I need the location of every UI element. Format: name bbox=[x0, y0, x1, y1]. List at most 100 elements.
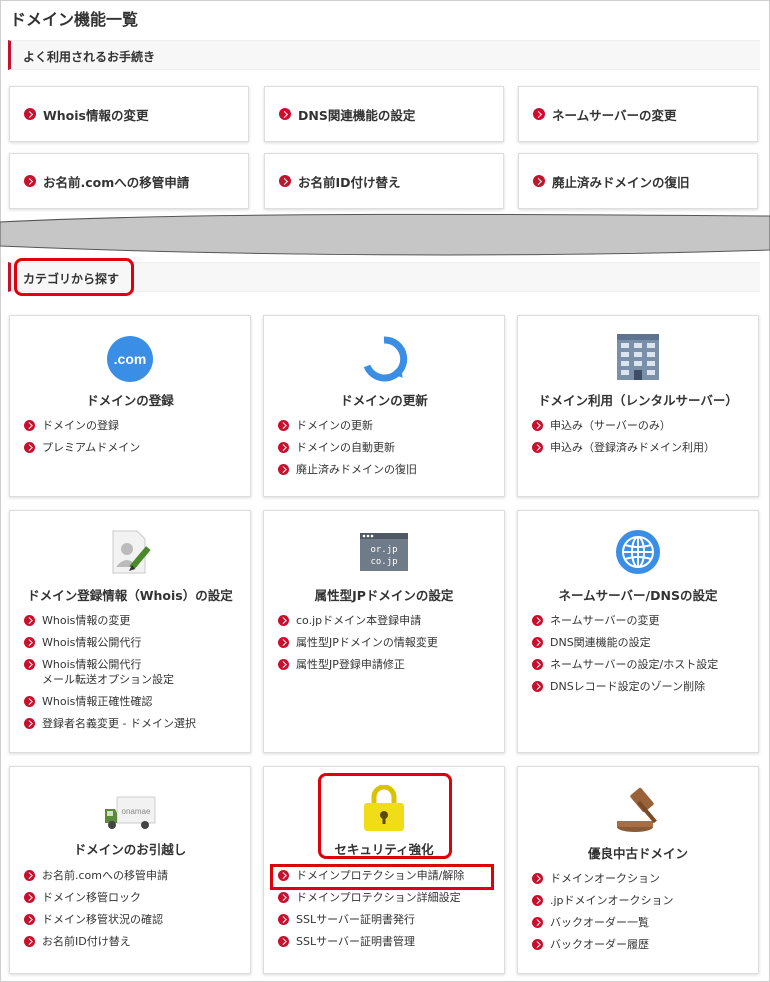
arrow-right-icon bbox=[278, 892, 289, 903]
card-title: ドメイン登録情報（Whois）の設定 bbox=[27, 588, 233, 603]
quick-link-transfer-application[interactable]: お名前.comへの移管申請 bbox=[9, 153, 249, 209]
globe-icon bbox=[616, 530, 660, 574]
arrow-right-icon bbox=[532, 873, 543, 884]
card-link[interactable]: SSLサーバー証明書管理 bbox=[278, 934, 496, 949]
card-link[interactable]: Whois情報公開代行 bbox=[24, 635, 242, 650]
arrow-right-icon bbox=[532, 420, 543, 431]
card-domain-renewal: ドメインの更新 ドメインの更新 ドメインの自動更新 廃止済みドメインの復旧 bbox=[263, 315, 505, 497]
card-link[interactable]: Whois情報公開代行 メール転送オプション設定 bbox=[24, 657, 242, 687]
dot-com-icon: .com bbox=[107, 336, 153, 382]
card-link[interactable]: お名前ID付け替え bbox=[24, 934, 242, 949]
card-domain-usage: ドメイン利用（レンタルサーバー） 申込み（サーバーのみ） 申込み（登録済みドメイ… bbox=[517, 315, 759, 497]
building-icon bbox=[617, 334, 659, 380]
quick-link-label: DNS関連機能の設定 bbox=[298, 107, 416, 123]
card-link[interactable]: 申込み（登録済みドメイン利用） bbox=[532, 440, 750, 455]
arrow-right-icon bbox=[532, 917, 543, 928]
arrow-right-icon bbox=[24, 615, 35, 626]
card-link[interactable]: ドメインオークション bbox=[532, 871, 750, 886]
quick-link-label: ネームサーバーの変更 bbox=[552, 107, 677, 123]
arrow-right-icon bbox=[24, 420, 35, 431]
card-link[interactable]: バックオーダー一覧 bbox=[532, 915, 750, 930]
arrow-right-icon bbox=[24, 718, 35, 729]
arrow-right-icon bbox=[278, 936, 289, 947]
refresh-icon bbox=[363, 336, 408, 382]
card-title: 属性型JPドメインの設定 bbox=[314, 588, 454, 603]
card-whois-settings: ドメイン登録情報（Whois）の設定 Whois情報の変更 Whois情報公開代… bbox=[9, 510, 251, 753]
category-section-header: カテゴリから探す bbox=[8, 262, 760, 292]
arrow-right-icon bbox=[532, 681, 543, 692]
card-link[interactable]: 属性型JP登録申請修正 bbox=[278, 657, 496, 672]
category-section-title: カテゴリから探す bbox=[23, 272, 120, 286]
card-link[interactable]: お名前.comへの移管申請 bbox=[24, 868, 242, 883]
arrow-right-icon bbox=[278, 420, 289, 431]
quick-section-title: よく利用されるお手続き bbox=[23, 50, 156, 64]
arrow-right-icon bbox=[278, 615, 289, 626]
card-link[interactable]: 属性型JPドメインの情報変更 bbox=[278, 635, 496, 650]
card-jp-domain-settings: or.jp co.jp 属性型JPドメインの設定 co.jpドメイン本登録申請 … bbox=[263, 510, 505, 753]
card-link[interactable]: .jpドメインオークション bbox=[532, 893, 750, 908]
card-title: セキュリティ強化 bbox=[334, 842, 434, 857]
padlock-icon bbox=[364, 785, 404, 831]
jp-domain-icon: or.jp co.jp bbox=[360, 533, 408, 571]
arrow-right-icon bbox=[24, 442, 35, 453]
card-title: ドメインの登録 bbox=[86, 393, 174, 408]
card-link[interactable]: co.jpドメイン本登録申請 bbox=[278, 613, 496, 628]
arrow-right-icon bbox=[278, 914, 289, 925]
card-link[interactable]: ドメイン移管ロック bbox=[24, 890, 242, 905]
card-link[interactable]: DNSレコード設定のゾーン削除 bbox=[532, 679, 750, 694]
svg-text:or.jp: or.jp bbox=[370, 545, 397, 555]
arrow-right-icon bbox=[532, 637, 543, 648]
arrow-right-icon bbox=[278, 637, 289, 648]
quick-section-header: よく利用されるお手続き bbox=[8, 40, 760, 70]
quick-link-nameserver-change[interactable]: ネームサーバーの変更 bbox=[518, 86, 758, 142]
card-domain-registration: .com ドメインの登録 ドメインの登録 プレミアムドメイン bbox=[9, 315, 251, 497]
arrow-right-icon bbox=[532, 442, 543, 453]
card-link[interactable]: ネームサーバーの設定/ホスト設定 bbox=[532, 657, 750, 672]
quick-link-id-reassign[interactable]: お名前ID付け替え bbox=[264, 153, 504, 209]
card-link[interactable]: ドメインプロテクション申請/解除 bbox=[278, 868, 496, 883]
arrow-right-icon bbox=[24, 108, 36, 120]
gavel-icon bbox=[617, 787, 657, 832]
card-link[interactable]: 廃止済みドメインの復旧 bbox=[278, 462, 496, 477]
truck-icon: onamae bbox=[105, 796, 156, 829]
card-link[interactable]: Whois情報の変更 bbox=[24, 613, 242, 628]
card-link[interactable]: 登録者名義変更 - ドメイン選択 bbox=[24, 716, 242, 731]
card-link[interactable]: ネームサーバーの変更 bbox=[532, 613, 750, 628]
arrow-right-icon bbox=[279, 108, 291, 120]
page-title: ドメイン機能一覧 bbox=[10, 10, 139, 29]
quick-link-domain-restore[interactable]: 廃止済みドメインの復旧 bbox=[518, 153, 758, 209]
card-used-domains: 優良中古ドメイン ドメインオークション .jpドメインオークション バックオーダ… bbox=[517, 766, 759, 974]
arrow-right-icon bbox=[24, 659, 35, 670]
card-link[interactable]: SSLサーバー証明書発行 bbox=[278, 912, 496, 927]
svg-text:onamae: onamae bbox=[122, 807, 151, 816]
card-link[interactable]: ドメインプロテクション詳細設定 bbox=[278, 890, 496, 905]
arrow-right-icon bbox=[533, 108, 545, 120]
arrow-right-icon bbox=[533, 175, 545, 187]
card-link[interactable]: DNS関連機能の設定 bbox=[532, 635, 750, 650]
quick-link-whois-change[interactable]: Whois情報の変更 bbox=[9, 86, 249, 142]
card-security: セキュリティ強化 ドメインプロテクション申請/解除 ドメインプロテクション詳細設… bbox=[263, 766, 505, 974]
arrow-right-icon bbox=[24, 936, 35, 947]
card-title: 優良中古ドメイン bbox=[587, 846, 688, 861]
quick-link-label: 廃止済みドメインの復旧 bbox=[552, 174, 690, 190]
card-link[interactable]: ドメインの更新 bbox=[278, 418, 496, 433]
card-link[interactable]: ドメインの自動更新 bbox=[278, 440, 496, 455]
quick-link-dns-settings[interactable]: DNS関連機能の設定 bbox=[264, 86, 504, 142]
arrow-right-icon bbox=[532, 939, 543, 950]
arrow-right-icon bbox=[278, 659, 289, 670]
arrow-right-icon bbox=[24, 870, 35, 881]
arrow-right-icon bbox=[532, 615, 543, 626]
card-link[interactable]: プレミアムドメイン bbox=[24, 440, 242, 455]
card-link[interactable]: Whois情報正確性確認 bbox=[24, 694, 242, 709]
card-link[interactable]: バックオーダー履歴 bbox=[532, 937, 750, 952]
arrow-right-icon bbox=[279, 175, 291, 187]
arrow-right-icon bbox=[24, 914, 35, 925]
card-link[interactable]: ドメイン移管状況の確認 bbox=[24, 912, 242, 927]
card-link[interactable]: 申込み（サーバーのみ） bbox=[532, 418, 750, 433]
card-title: ドメイン利用（レンタルサーバー） bbox=[538, 393, 738, 408]
arrow-right-icon bbox=[278, 870, 289, 881]
card-nameserver-dns-settings: ネームサーバー/DNSの設定 ネームサーバーの変更 DNS関連機能の設定 ネーム… bbox=[517, 510, 759, 753]
arrow-right-icon bbox=[24, 175, 36, 187]
arrow-right-icon bbox=[278, 464, 289, 475]
card-link[interactable]: ドメインの登録 bbox=[24, 418, 242, 433]
